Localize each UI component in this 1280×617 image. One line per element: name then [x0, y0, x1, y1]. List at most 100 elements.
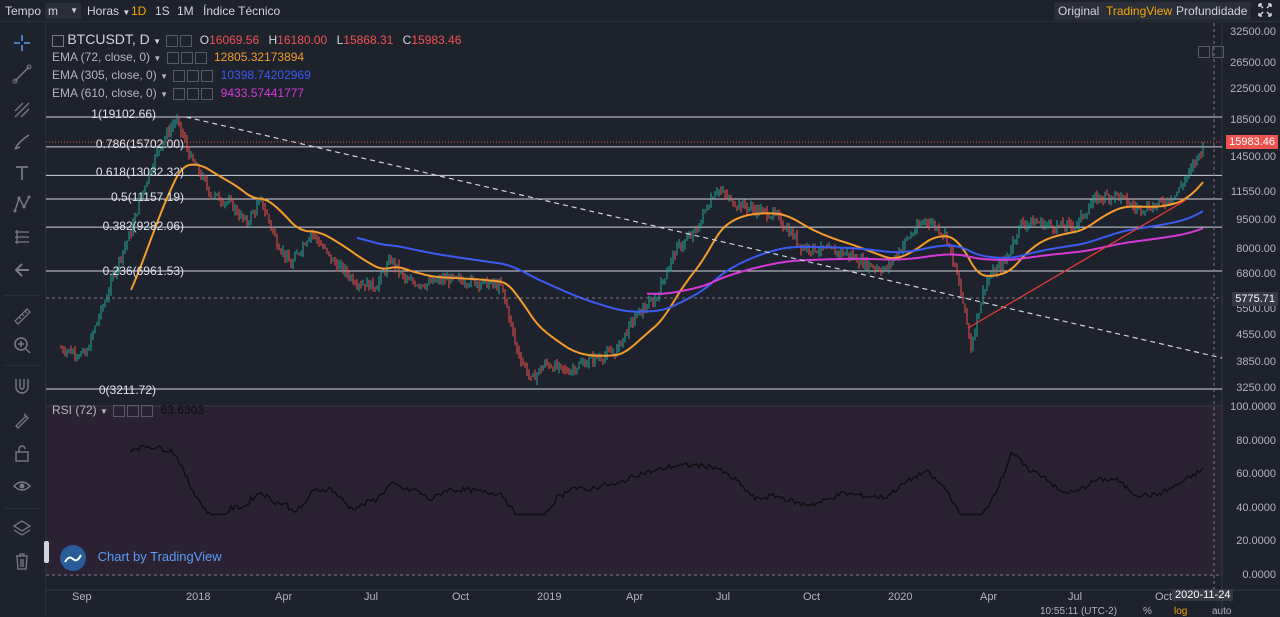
- hide-icon[interactable]: [127, 404, 140, 417]
- pattern-icon[interactable]: [11, 193, 33, 215]
- rsi-label[interactable]: RSI (72): [52, 403, 97, 417]
- price-chart[interactable]: [46, 23, 1280, 616]
- settings-icon[interactable]: [113, 404, 126, 417]
- fullscreen-icon[interactable]: [1254, 2, 1276, 18]
- rsi-pane-background: [46, 406, 1222, 576]
- time-tick: Apr: [980, 591, 998, 603]
- log-toggle[interactable]: log: [1174, 606, 1187, 617]
- price-tick: 22500.00: [1230, 83, 1276, 95]
- horas-dropdown[interactable]: Horas ▼: [84, 3, 133, 19]
- collapse-handle[interactable]: [44, 541, 49, 563]
- help-icon[interactable]: [1212, 46, 1224, 58]
- time-tick: Apr: [626, 591, 644, 603]
- draw-lock-icon[interactable]: [11, 409, 33, 431]
- hide-icon[interactable]: [187, 87, 200, 100]
- time-tick: Apr: [275, 591, 293, 603]
- trash-icon[interactable]: [11, 550, 33, 572]
- interval-select-value: m: [48, 4, 58, 18]
- chart-legend: BTCUSDT, D ▼ O16069.56 H16180.00 L15868.…: [52, 30, 461, 102]
- chevron-down-icon: ▼: [70, 6, 78, 15]
- rsi-tick: 100.0000: [1230, 401, 1276, 413]
- hide-icon[interactable]: [187, 69, 200, 82]
- collapse-icon[interactable]: [52, 34, 64, 47]
- text-tool-icon[interactable]: [11, 162, 33, 184]
- back-arrow-icon[interactable]: [11, 259, 33, 281]
- hide-icon[interactable]: [180, 34, 193, 47]
- tempo-label: Tempo: [5, 4, 42, 18]
- low-value: 15868.31: [343, 33, 394, 47]
- settings-icon[interactable]: [173, 87, 186, 100]
- auto-toggle[interactable]: auto: [1212, 606, 1231, 617]
- tradingview-watermark[interactable]: Chart by TradingView: [60, 544, 222, 571]
- settings-icon[interactable]: [166, 34, 179, 47]
- view-original-button[interactable]: Original: [1054, 2, 1104, 20]
- settings-icon[interactable]: [1198, 46, 1210, 58]
- settings-icon[interactable]: [166, 51, 179, 64]
- high-label: H: [268, 33, 278, 47]
- rsi-tick: 60.0000: [1236, 468, 1276, 480]
- percent-toggle[interactable]: %: [1143, 606, 1152, 617]
- price-tick: 26500.00: [1230, 57, 1276, 69]
- price-tick: 3250.00: [1236, 382, 1276, 394]
- chevron-down-icon[interactable]: ▼: [100, 407, 108, 416]
- high-value: 16180.00: [277, 33, 328, 47]
- interval-1s-button[interactable]: 1S: [152, 3, 173, 19]
- view-tradingview-button[interactable]: TradingView: [1102, 2, 1177, 20]
- time-tick: Jul: [1068, 591, 1083, 603]
- toolbar-divider: [4, 295, 42, 296]
- rsi-tick: 80.0000: [1236, 435, 1276, 447]
- brush-icon[interactable]: [11, 131, 33, 153]
- chevron-down-icon[interactable]: ▼: [153, 37, 161, 46]
- close-icon[interactable]: [201, 87, 214, 100]
- close-icon[interactable]: [141, 404, 154, 417]
- price-tick: 9500.00: [1236, 214, 1276, 226]
- time-tick: Sep: [72, 591, 92, 603]
- time-tick: Jul: [716, 591, 731, 603]
- close-icon[interactable]: [194, 51, 207, 64]
- ruler-icon[interactable]: [11, 305, 33, 327]
- crosshair-price-label: 5775.71: [1232, 292, 1278, 306]
- horas-label: Horas: [87, 4, 120, 18]
- rsi-legend: RSI (72) ▼ 63.6303: [52, 403, 204, 417]
- hide-icon[interactable]: [180, 51, 193, 64]
- fib-label-0618: 0.618(13032.32): [95, 165, 184, 179]
- trend-line-icon[interactable]: [11, 63, 33, 85]
- price-tick: 8000.00: [1236, 243, 1276, 255]
- crosshair-icon[interactable]: [11, 32, 33, 54]
- lock-icon[interactable]: [11, 442, 33, 464]
- toolbar-divider: [4, 365, 42, 366]
- time-tick: 2018: [186, 591, 211, 603]
- prediction-icon[interactable]: [11, 226, 33, 248]
- ema-305-label[interactable]: EMA (305, close, 0): [52, 68, 157, 82]
- layers-icon[interactable]: [11, 517, 33, 539]
- ema-72-value: 12805.32173894: [214, 50, 305, 64]
- open-value: 16069.56: [209, 33, 260, 47]
- interval-select[interactable]: m ▼: [45, 3, 81, 19]
- ema-610-label[interactable]: EMA (610, close, 0): [52, 86, 157, 100]
- clock-label: 10:55:11 (UTC-2): [1040, 606, 1118, 617]
- ema-72-label[interactable]: EMA (72, close, 0): [52, 50, 150, 64]
- chevron-down-icon[interactable]: ▼: [153, 54, 161, 63]
- zoom-icon[interactable]: [11, 334, 33, 356]
- fib-label-0236: 0.236(6961.53): [102, 264, 184, 278]
- ema-305-value: 10398.74202969: [220, 68, 311, 82]
- indicators-button[interactable]: Índice Técnico: [200, 3, 283, 19]
- fib-label-0786: 0.786(15702.00): [95, 137, 184, 151]
- settings-icon[interactable]: [173, 69, 186, 82]
- interval-1m-button[interactable]: 1M: [174, 3, 197, 19]
- rsi-tick: 40.0000: [1236, 502, 1276, 514]
- price-tick: 18500.00: [1230, 114, 1276, 126]
- ema-72-row: EMA (72, close, 0) ▼ 12805.32173894: [52, 48, 461, 66]
- eye-icon[interactable]: [11, 475, 33, 497]
- close-icon[interactable]: [201, 69, 214, 82]
- view-depth-button[interactable]: Profundidade: [1172, 2, 1252, 20]
- time-tick: Oct: [452, 591, 470, 603]
- chevron-down-icon[interactable]: ▼: [160, 90, 168, 99]
- time-tick: Oct: [1155, 591, 1173, 603]
- interval-1d-button[interactable]: 1D: [128, 3, 149, 19]
- price-tick: 3850.00: [1236, 356, 1276, 368]
- rsi-tick: 20.0000: [1236, 535, 1276, 547]
- chevron-down-icon[interactable]: ▼: [160, 72, 168, 81]
- price-tick: 32500.00: [1230, 26, 1276, 38]
- symbol-label[interactable]: BTCUSDT, D: [67, 31, 149, 47]
